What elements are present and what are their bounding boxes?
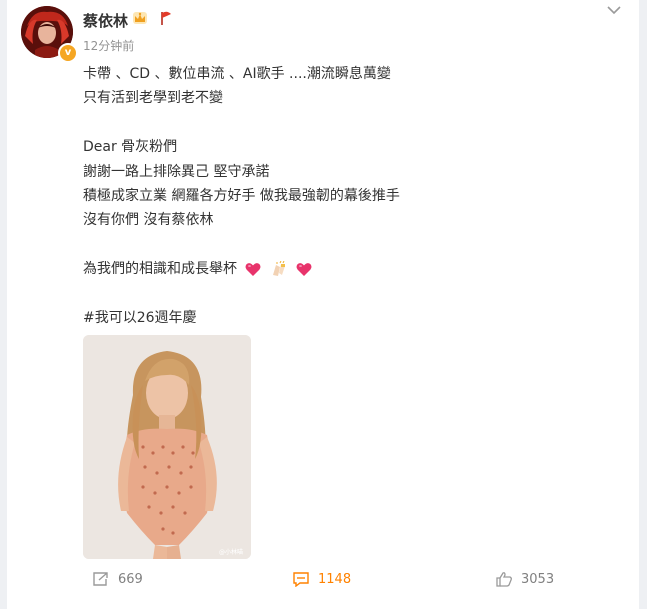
cheers-icon [272,261,285,277]
thumbs-up-icon [496,572,512,587]
repost-count: 669 [118,571,143,587]
post-actions-bar: 669 1148 3053 [7,566,639,592]
post-line: 積極成家立業 網羅各方好手 做我最強韌的幕後推手 [83,187,400,204]
post-line: 為我們的相識和成長舉杯 [83,261,237,278]
photo-woman-in-lace-bodysuit-icon: @小林喵 [83,335,251,559]
weibo-post-card: v 蔡依林 12分钟前 卡帶 、CD 、數位串流 、AI歌手 ....潮流瞬息萬… [7,0,639,609]
post-line: 謝謝一路上排除異己 堅守承諾 [83,163,270,180]
verified-badge-icon: v [58,43,78,63]
crown-badge-icon[interactable] [131,10,149,26]
heart-icon [296,262,312,276]
hashtag-link[interactable]: #我可以26週年慶 [83,306,603,330]
post-body: 卡帶 、CD 、數位串流 、AI歌手 ....潮流瞬息萬變 只有活到老學到老不變… [83,62,603,330]
like-count: 3053 [521,571,555,587]
share-icon [93,572,108,586]
like-button[interactable]: 3053 [495,566,554,592]
post-line: 只有活到老學到老不變 [83,90,223,107]
comment-count: 1148 [318,571,352,587]
red-flag-badge-icon[interactable] [159,10,173,26]
photo-watermark: @小林喵 [219,548,243,556]
heart-icon [245,262,261,276]
post-timestamp[interactable]: 12分钟前 [83,37,134,54]
post-line: Dear 骨灰粉們 [83,139,178,156]
post-line: 沒有你們 沒有蔡依林 [83,212,214,229]
post-photo[interactable]: @小林喵 [83,335,251,559]
post-line: 卡帶 、CD 、數位串流 、AI歌手 ....潮流瞬息萬變 [83,66,391,82]
repost-button[interactable]: 669 [92,566,143,592]
comment-button[interactable]: 1148 [292,566,351,592]
toast-line: 為我們的相識和成長舉杯 [83,257,603,281]
comment-icon [293,572,309,587]
author-name[interactable]: 蔡依林 [83,10,128,31]
chevron-down-icon[interactable] [605,3,623,17]
